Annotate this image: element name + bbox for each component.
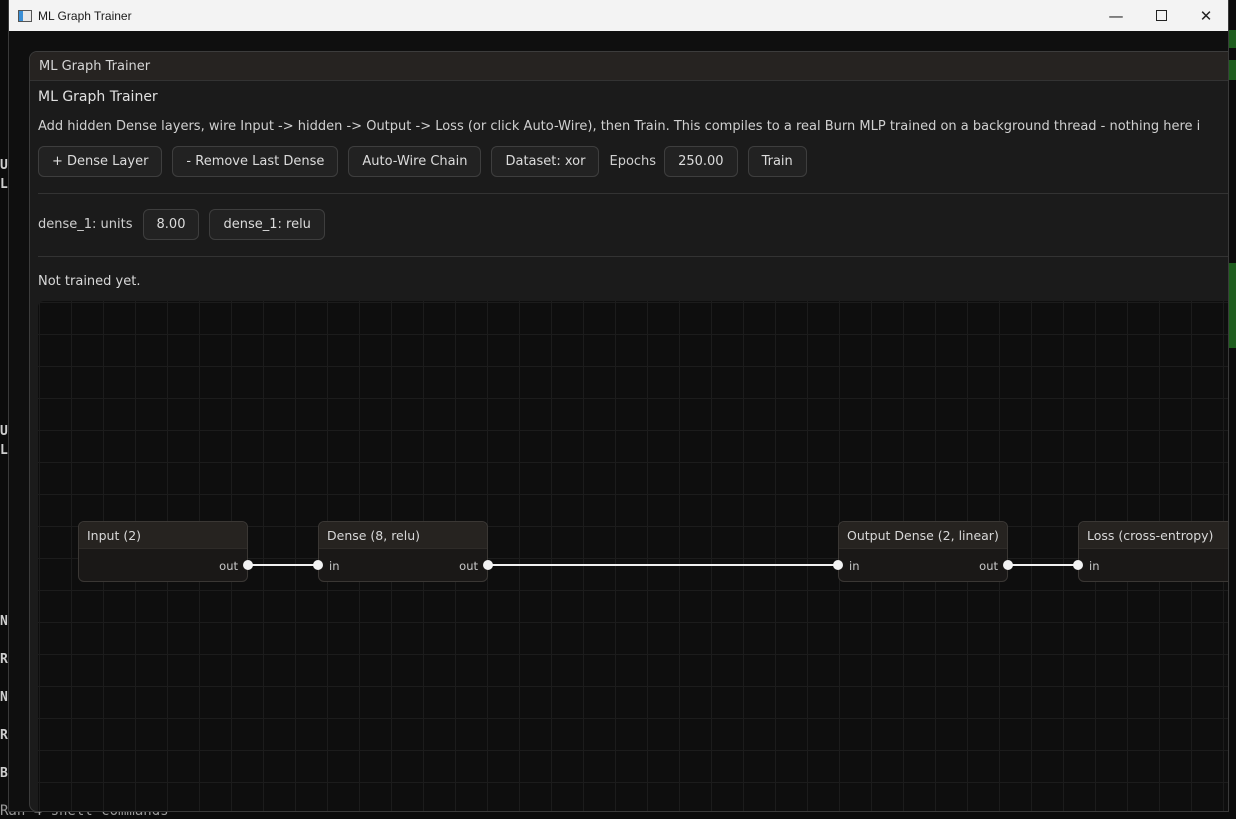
instructions-text: Add hidden Dense layers, wire Input -> h… bbox=[38, 119, 1201, 134]
terminal-fragment: N bbox=[0, 614, 8, 629]
maximize-button[interactable] bbox=[1138, 0, 1184, 31]
close-icon: ✕ bbox=[1199, 6, 1213, 25]
epochs-value-field[interactable]: 250.00 bbox=[664, 146, 738, 177]
node-title: Output Dense (2, linear) bbox=[839, 522, 1007, 549]
terminal-fragment: R bbox=[0, 728, 8, 743]
node-input[interactable]: Input (2) out bbox=[78, 521, 248, 582]
terminal-fragment: L bbox=[0, 177, 8, 192]
terminal-fragment: N bbox=[0, 690, 8, 705]
app-icon bbox=[18, 9, 32, 22]
trainer-panel: ML Graph Trainer ML Graph Trainer Add hi… bbox=[29, 51, 1228, 811]
port-output-in[interactable] bbox=[833, 560, 843, 570]
terminal-accent bbox=[1229, 263, 1236, 348]
port-dense-in[interactable] bbox=[313, 560, 323, 570]
minimize-button[interactable]: — bbox=[1093, 0, 1139, 31]
separator bbox=[38, 256, 1228, 257]
add-dense-layer-button[interactable]: + Dense Layer bbox=[38, 146, 163, 177]
window-title: ML Graph Trainer bbox=[38, 8, 132, 23]
page-heading: ML Graph Trainer bbox=[38, 89, 158, 105]
app-window: ML Graph Trainer — ✕ ML Graph Trainer ML… bbox=[8, 0, 1229, 812]
dataset-button[interactable]: Dataset: xor bbox=[491, 146, 600, 177]
separator bbox=[38, 193, 1228, 194]
training-status: Not trained yet. bbox=[38, 274, 141, 289]
port-input-out[interactable] bbox=[243, 560, 253, 570]
node-dense[interactable]: Dense (8, relu) in out bbox=[318, 521, 488, 582]
port-output-out[interactable] bbox=[1003, 560, 1013, 570]
terminal-accent bbox=[1229, 60, 1236, 80]
port-in-label: in bbox=[849, 559, 860, 573]
toolbar: + Dense Layer - Remove Last Dense Auto-W… bbox=[38, 146, 807, 177]
terminal-fragment: U bbox=[0, 158, 8, 173]
port-in-label: in bbox=[329, 559, 340, 573]
units-value-field[interactable]: 8.00 bbox=[142, 209, 200, 240]
port-out-label: out bbox=[219, 559, 238, 573]
terminal-fragment: R bbox=[0, 652, 8, 667]
node-output-dense[interactable]: Output Dense (2, linear) in out bbox=[838, 521, 1008, 582]
auto-wire-chain-button[interactable]: Auto-Wire Chain bbox=[348, 146, 482, 177]
train-button[interactable]: Train bbox=[747, 146, 807, 177]
maximize-icon bbox=[1155, 10, 1167, 21]
port-dense-out[interactable] bbox=[483, 560, 493, 570]
terminal-fragment: B bbox=[0, 766, 8, 781]
terminal-accent bbox=[1229, 30, 1236, 48]
remove-last-dense-button[interactable]: - Remove Last Dense bbox=[172, 146, 339, 177]
port-in-label: in bbox=[1089, 559, 1100, 573]
node-title: Input (2) bbox=[79, 522, 247, 549]
title-bar[interactable]: ML Graph Trainer — ✕ bbox=[9, 0, 1228, 31]
node-loss[interactable]: Loss (cross-entropy) in bbox=[1078, 521, 1228, 582]
node-title: Dense (8, relu) bbox=[319, 522, 487, 549]
activation-button[interactable]: dense_1: relu bbox=[209, 209, 325, 240]
units-label: dense_1: units bbox=[38, 217, 133, 232]
node-title: Loss (cross-entropy) bbox=[1079, 522, 1228, 549]
terminal-fragment: L bbox=[0, 443, 8, 458]
port-out-label: out bbox=[979, 559, 998, 573]
panel-title-bar[interactable]: ML Graph Trainer bbox=[30, 52, 1228, 81]
minimize-icon: — bbox=[1108, 6, 1124, 25]
layer-config-row: dense_1: units 8.00 dense_1: relu bbox=[38, 209, 325, 240]
graph-canvas[interactable]: Input (2) out Dense (8, relu) in out Out… bbox=[38, 301, 1228, 811]
close-button[interactable]: ✕ bbox=[1183, 0, 1228, 31]
terminal-fragment: U bbox=[0, 424, 8, 439]
port-out-label: out bbox=[459, 559, 478, 573]
epochs-label: Epochs bbox=[609, 154, 657, 169]
panel-title: ML Graph Trainer bbox=[39, 58, 151, 74]
port-loss-in[interactable] bbox=[1073, 560, 1083, 570]
